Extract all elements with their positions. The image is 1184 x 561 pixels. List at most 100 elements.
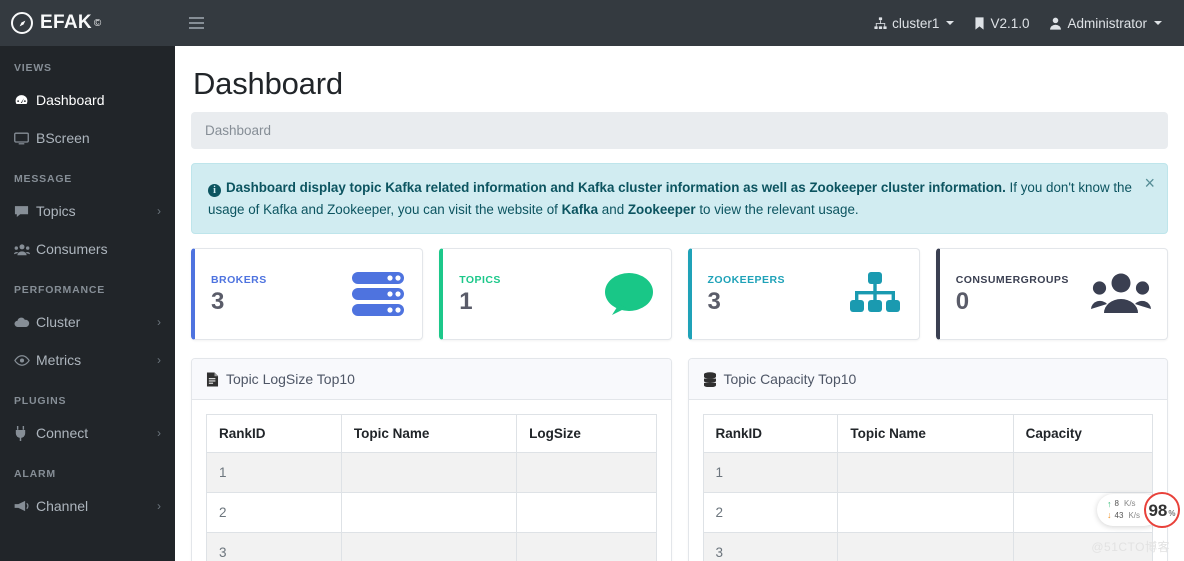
table-row[interactable]: 2: [702, 492, 1154, 534]
comment-icon: [14, 204, 36, 219]
sidebar-item-consumers[interactable]: Consumers: [0, 230, 175, 268]
capacity-table: RankID Topic Name Capacity 1 2 3: [702, 414, 1154, 561]
table-header-row: RankID Topic Name LogSize: [206, 414, 657, 454]
cell-rank: 2: [206, 492, 342, 534]
sidebar-item-label: Connect: [36, 425, 89, 441]
brand-logo-area[interactable]: EFAK ©: [0, 0, 175, 46]
alert-strong-text: Dashboard display topic Kafka related in…: [226, 180, 1006, 195]
sitemap-icon: [831, 270, 903, 318]
cell-value: [516, 492, 657, 534]
download-speed-row: ↓ 43 K/s: [1107, 510, 1140, 522]
servers-icon: [334, 270, 406, 318]
panel-body: RankID Topic Name LogSize 1 2 3: [192, 400, 671, 561]
stat-card-topics[interactable]: TOPICS 1: [439, 248, 672, 341]
cluster-selector[interactable]: cluster1: [864, 0, 964, 46]
cluster-label: cluster1: [892, 15, 940, 31]
cpu-usage-ring[interactable]: 98 %: [1144, 492, 1180, 528]
user-label: Administrator: [1067, 15, 1147, 31]
sidebar-item-connect[interactable]: Connect ›: [0, 414, 175, 452]
sidebar-item-label: Metrics: [36, 352, 82, 368]
close-icon[interactable]: ×: [1144, 174, 1155, 192]
panel-title: Topic LogSize Top10: [226, 371, 355, 388]
breadcrumb-current: Dashboard: [205, 123, 272, 138]
stat-card-brokers[interactable]: BROKERS 3: [191, 248, 424, 341]
user-icon: [1049, 17, 1062, 30]
stat-card-label: CONSUMERGROUPS: [955, 274, 1069, 287]
stat-card-label: ZOOKEEPERS: [707, 274, 785, 287]
alert-link-kafka[interactable]: Kafka: [562, 202, 598, 217]
arrow-down-icon: ↓: [1107, 510, 1112, 521]
data-panels: Topic LogSize Top10 RankID Topic Name Lo…: [191, 358, 1168, 561]
bookmark-icon: [974, 16, 985, 30]
stat-card-zookeepers[interactable]: ZOOKEEPERS 3: [687, 248, 920, 341]
table-row[interactable]: 1: [206, 452, 657, 494]
table-row[interactable]: 1: [702, 452, 1154, 494]
logsize-table: RankID Topic Name LogSize 1 2 3: [206, 414, 657, 561]
sidebar-item-topics[interactable]: Topics ›: [0, 192, 175, 230]
main-content: Dashboard Dashboard i Dashboard display t…: [175, 46, 1184, 561]
stat-card-text: BROKERS 3: [211, 274, 334, 314]
table-row[interactable]: 3: [206, 532, 657, 561]
stat-card-value: 1: [459, 288, 473, 316]
users-icon: [14, 242, 36, 257]
column-header-capacity[interactable]: Capacity: [1012, 414, 1154, 454]
sidebar-item-dashboard[interactable]: Dashboard: [0, 81, 175, 119]
cell-rank: 3: [702, 532, 839, 561]
sidebar-heading-performance: PERFORMANCE: [14, 284, 106, 296]
stat-card-label: BROKERS: [211, 274, 267, 287]
sidebar-item-label: Topics: [36, 203, 76, 219]
upload-speed-unit: K/s: [1123, 499, 1136, 509]
hamburger-icon[interactable]: [179, 0, 213, 46]
column-header-topicname[interactable]: Topic Name: [340, 414, 518, 454]
sidebar-item-cluster[interactable]: Cluster ›: [0, 303, 175, 341]
breadcrumb: Dashboard: [191, 112, 1168, 149]
stat-card-consumergroups[interactable]: CONSUMERGROUPS 0: [935, 248, 1168, 341]
sidebar-item-metrics[interactable]: Metrics ›: [0, 341, 175, 379]
stat-card-text: ZOOKEEPERS 3: [708, 274, 831, 314]
info-circle-icon: i: [208, 184, 221, 197]
cell-topic: [837, 452, 1014, 494]
cell-topic: [340, 452, 518, 494]
column-header-rankid[interactable]: RankID: [206, 414, 342, 454]
compass-icon: [11, 12, 33, 34]
sidebar-item-label: BScreen: [36, 130, 90, 146]
comment-bubble-icon: [583, 270, 655, 318]
alert-between-text: and: [598, 201, 628, 217]
table-body: 1 2 3: [702, 452, 1154, 561]
version-indicator[interactable]: V2.1.0: [964, 0, 1039, 46]
cell-value: [516, 532, 657, 561]
table-head: RankID Topic Name Capacity: [702, 414, 1154, 454]
version-label: V2.1.0: [990, 15, 1030, 31]
dashboard-icon: [14, 93, 36, 108]
table-row[interactable]: 3: [702, 532, 1154, 561]
column-header-logsize[interactable]: LogSize: [516, 414, 657, 454]
column-header-rankid[interactable]: RankID: [702, 414, 839, 454]
column-header-topicname[interactable]: Topic Name: [837, 414, 1014, 454]
cell-topic: [837, 492, 1014, 534]
brand-copyright: ©: [93, 17, 102, 29]
sidebar-item-bscreen[interactable]: BScreen: [0, 119, 175, 157]
sidebar-item-label: Cluster: [36, 314, 81, 330]
download-speed-unit: K/s: [1128, 511, 1140, 520]
sidebar: VIEWS Dashboard BScreen MESSAGE Topics ›…: [0, 46, 175, 561]
network-speed-widget[interactable]: ↑ 8 K/s ↓ 43 K/s 98 %: [1097, 492, 1180, 528]
panel-title: Topic Capacity Top10: [723, 371, 857, 388]
download-speed-value: 43: [1114, 511, 1124, 520]
sitemap-icon: [874, 16, 887, 30]
app-root: EFAK © cluster1 V2.1.0 Administrator VIE…: [0, 0, 1184, 561]
sidebar-item-label: Consumers: [36, 241, 108, 257]
user-menu[interactable]: Administrator: [1039, 0, 1172, 46]
table-body: 1 2 3: [206, 452, 657, 561]
cell-topic: [340, 532, 518, 561]
table-row[interactable]: 2: [206, 492, 657, 534]
sidebar-heading-alarm: ALARM: [14, 468, 56, 480]
sidebar-item-channel[interactable]: Channel ›: [0, 487, 175, 525]
alert-link-zookeeper[interactable]: Zookeeper: [628, 202, 696, 217]
plug-icon: [14, 425, 36, 441]
upload-speed-row: ↑ 8 K/s: [1107, 498, 1140, 510]
cell-topic: [340, 492, 518, 534]
chevron-right-icon: ›: [157, 353, 161, 367]
sidebar-item-label: Channel: [36, 498, 89, 514]
cell-topic: [837, 532, 1014, 561]
arrow-up-icon: ↑: [1107, 498, 1112, 509]
